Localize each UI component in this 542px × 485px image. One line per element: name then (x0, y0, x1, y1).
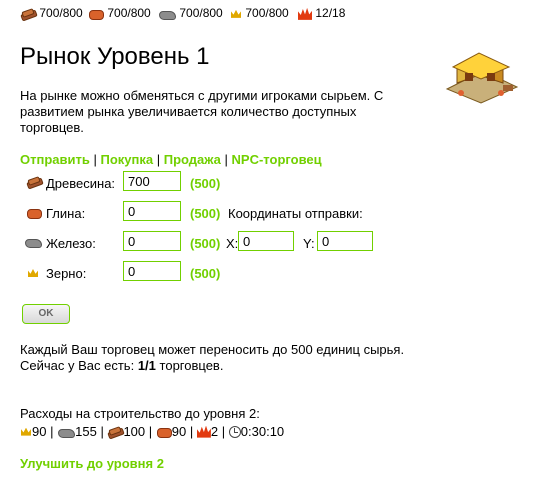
costs-heading: Расходы на строительство до уровня 2: (20, 406, 260, 421)
resource-crop: 700/800 (230, 6, 288, 20)
iron-icon (158, 9, 176, 20)
coordinates-label: Координаты отправки: (228, 206, 363, 221)
y-coordinate-input[interactable] (317, 231, 373, 251)
consumption-icon (298, 8, 312, 20)
tab-npc-trader[interactable]: NPC-торговец (232, 152, 322, 167)
send-row-iron: Железо: (500) X: Y: (0, 231, 542, 255)
merchant-capacity-text: Каждый Ваш торговец может переносить до … (20, 342, 405, 357)
cost-crop: 90 (32, 424, 47, 440)
cost-time: 0:30:10 (240, 424, 285, 440)
resource-consumption: 12/18 (298, 6, 345, 20)
y-coordinate-label: Y: (303, 236, 315, 251)
tab-send[interactable]: Отправить (20, 152, 90, 167)
iron-icon (57, 427, 76, 438)
iron-capacity-link[interactable]: (500) (190, 236, 220, 251)
iron-icon (24, 237, 42, 248)
consumption-icon (197, 426, 211, 438)
page-title: Рынок Уровень 1 (20, 43, 210, 70)
clock-icon (228, 425, 241, 438)
wood-icon (20, 9, 36, 19)
clay-label: Глина: (46, 206, 86, 221)
tab-sell[interactable]: Продажа (164, 152, 221, 167)
send-row-crop: Зерно: (500) (0, 261, 542, 285)
clay-amount-input[interactable] (123, 201, 181, 221)
ok-button[interactable]: OK (22, 304, 70, 324)
merchant-count: 1/1 (137, 358, 156, 373)
wood-label: Древесина: (46, 176, 116, 191)
upgrade-costs: Расходы на строительство до уровня 2: 90… (20, 405, 284, 440)
wood-icon (26, 177, 42, 187)
merchant-count-line: Сейчас у Вас есть: 1/1 торговцев. (20, 358, 224, 373)
clay-icon (156, 426, 172, 439)
resource-iron: 700/800 (158, 6, 223, 20)
wood-amount-input[interactable] (123, 171, 181, 191)
tab-separator: | (93, 152, 97, 167)
upgrade-link[interactable]: Улучшить до уровня 2 (20, 456, 164, 471)
market-description: На рынке можно обменяться с другими игро… (20, 88, 384, 135)
send-row-wood: Древесина: (500) (0, 171, 542, 195)
wood-icon (107, 427, 123, 437)
iron-amount-input[interactable] (123, 231, 181, 251)
crop-icon (20, 426, 32, 438)
iron-label: Железо: (46, 236, 96, 251)
crop-amount-input[interactable] (123, 261, 181, 281)
x-coordinate-input[interactable] (238, 231, 294, 251)
tab-separator: | (156, 152, 161, 167)
wood-capacity-link[interactable]: (500) (190, 176, 220, 191)
resource-clay: 700/800 (88, 6, 151, 21)
clay-capacity-link[interactable]: (500) (190, 206, 220, 221)
resource-bar: 700/800 700/800 700/800 700/800 12/18 (0, 0, 542, 24)
merchants-info: Каждый Ваш торговец может переносить до … (20, 342, 404, 374)
crop-icon (230, 8, 242, 20)
costs-line: 90 | 155 | 100 | 90 | 2 | 0:30:10 (20, 422, 284, 440)
clay-icon (88, 8, 104, 21)
cost-clay: 90 (171, 424, 187, 440)
resource-wood: 700/800 (20, 6, 82, 20)
tab-separator: | (224, 152, 228, 167)
marketplace-building-image (445, 52, 519, 104)
x-coordinate-label: X: (226, 236, 239, 251)
crop-capacity-link[interactable]: (500) (190, 266, 220, 281)
crop-label: Зерно: (46, 266, 87, 281)
cost-wood: 100 (123, 424, 146, 440)
clay-icon (26, 207, 42, 219)
cost-iron: 155 (75, 424, 97, 440)
send-row-clay: Глина: (500) Координаты отправки: (0, 201, 542, 225)
market-tabs: Отправить | Покупка | Продажа | NPC-торг… (20, 152, 322, 167)
tab-buy[interactable]: Покупка (100, 152, 153, 167)
crop-icon (27, 267, 39, 279)
cost-consumption: 2 (210, 424, 219, 440)
